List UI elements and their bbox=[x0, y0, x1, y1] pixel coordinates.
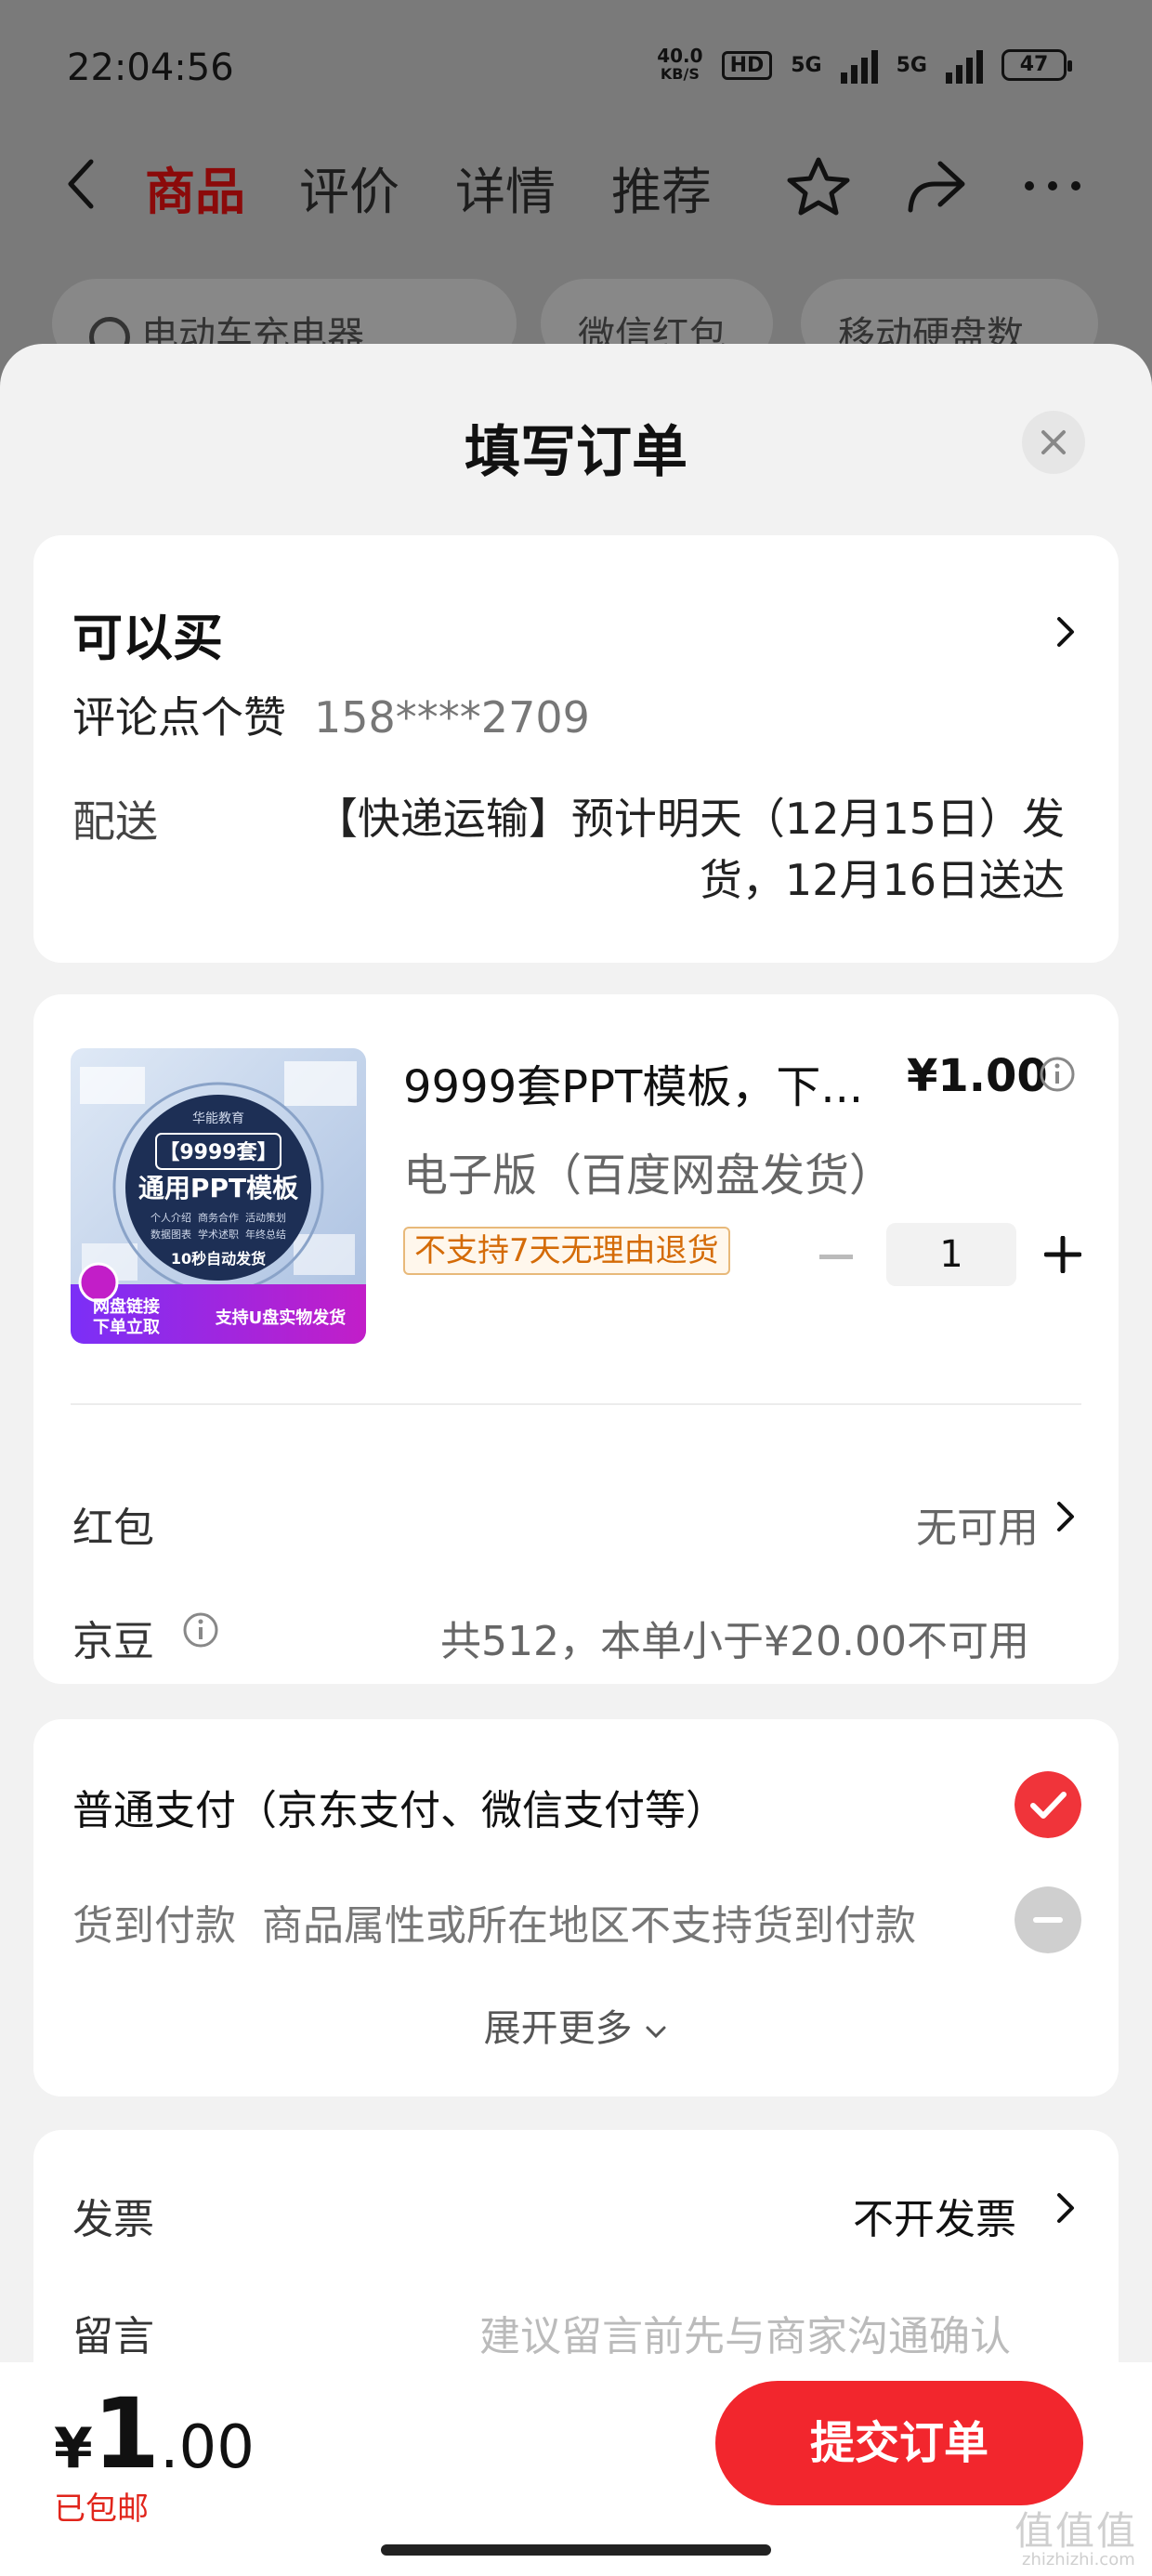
thumb-tag-right: 支持U盘实物发货 bbox=[215, 1308, 347, 1328]
net-speed-unit: KB/S bbox=[660, 65, 700, 83]
thumb-feature-5: 学术述职 bbox=[198, 1228, 239, 1241]
free-shipping-note: 已包邮 bbox=[54, 2491, 149, 2528]
divider bbox=[71, 1403, 1081, 1405]
chevron-right-icon bbox=[1057, 2193, 1074, 2223]
back-arrow-icon[interactable] bbox=[59, 156, 104, 212]
jingdou-label: 京豆 bbox=[72, 1618, 154, 1665]
order-sheet: 填写订单 可以买 评论点个赞 158****2709 配送 【快递运输】预计明天（… bbox=[0, 344, 1152, 2576]
quantity-decrease-button[interactable] bbox=[819, 1255, 853, 1259]
signal-5g-label-1: 5G bbox=[791, 53, 822, 77]
payment-cod-label: 货到付款 bbox=[72, 1902, 236, 1950]
thumb-feature-1: 个人介绍 bbox=[151, 1211, 191, 1224]
expand-more-button[interactable]: 展开更多 bbox=[33, 1998, 1119, 2052]
chevron-right-icon bbox=[1057, 617, 1074, 647]
watermark-url: zhizhizhi.com bbox=[1022, 2550, 1135, 2569]
address-card[interactable]: 可以买 评论点个赞 158****2709 配送 【快递运输】预计明天（12月15… bbox=[33, 535, 1119, 963]
order-total: ¥1.00 bbox=[54, 2377, 255, 2491]
signal-bars-icon-2 bbox=[946, 46, 983, 84]
product-title[interactable]: 9999套PPT模板，下... bbox=[403, 1050, 858, 1115]
net-speed: 40.0 KB/S bbox=[657, 46, 702, 84]
product-thumbnail[interactable]: 华能教育 【9999套】 通用PPT模板 个人介绍 商务合作 活动策划 数据图表… bbox=[71, 1048, 366, 1344]
battery-icon: 47 bbox=[1001, 49, 1072, 81]
currency-symbol: ¥ bbox=[54, 2416, 93, 2481]
status-time: 22:04:56 bbox=[67, 46, 234, 89]
thumb-feature-2: 商务合作 bbox=[198, 1211, 239, 1224]
product-image: 华能教育 【9999套】 通用PPT模板 个人介绍 商务合作 活动策划 数据图表… bbox=[71, 1048, 366, 1344]
close-button[interactable] bbox=[1022, 411, 1085, 474]
payment-selected-check-icon[interactable] bbox=[1015, 1771, 1081, 1838]
invoice-value[interactable]: 不开发票 bbox=[853, 2186, 1016, 2245]
favorite-star-icon[interactable] bbox=[786, 156, 851, 216]
sheet-title: 填写订单 bbox=[465, 420, 687, 485]
remark-input[interactable]: 建议留言前先与商家沟通确认 bbox=[479, 2303, 1011, 2362]
hd-icon: HD bbox=[721, 50, 773, 80]
chevron-right-icon bbox=[1057, 1502, 1074, 1531]
payment-cod-line: 货到付款 商品属性或所在地区不支持货到付款 bbox=[72, 1892, 916, 1952]
jingdou-value: 共512，本单小于¥20.00不可用 bbox=[440, 1618, 1029, 1665]
quantity-input[interactable]: 1 bbox=[886, 1223, 1016, 1286]
product-nav-bar: 商品 评价 详情 推荐 bbox=[0, 139, 1152, 232]
thumb-brand: 华能教育 bbox=[192, 1111, 244, 1126]
thumb-tag-left-2: 下单立取 bbox=[93, 1317, 161, 1337]
recipient-name: 评论点个赞 bbox=[72, 692, 286, 743]
expand-more-label: 展开更多 bbox=[483, 2007, 633, 2050]
thumb-feature-4: 数据图表 bbox=[151, 1228, 191, 1241]
info-icon[interactable] bbox=[1039, 1056, 1076, 1093]
submit-order-button[interactable]: 提交订单 bbox=[715, 2381, 1083, 2505]
payment-disabled-icon bbox=[1015, 1886, 1081, 1953]
thumb-feature-6: 年终总结 bbox=[245, 1228, 286, 1241]
shipping-label: 配送 bbox=[72, 796, 158, 847]
tab-details[interactable]: 详情 bbox=[455, 151, 556, 224]
payment-cod-note: 商品属性或所在地区不支持货到付款 bbox=[262, 1902, 916, 1950]
payment-normal-label[interactable]: 普通支付（京东支付、微信支付等） bbox=[72, 1777, 727, 1836]
recipient-phone: 158****2709 bbox=[314, 692, 590, 743]
tab-product[interactable]: 商品 bbox=[145, 151, 245, 224]
tab-reviews[interactable]: 评价 bbox=[299, 151, 399, 224]
status-bar: 22:04:56 40.0 KB/S HD 5G 5G 47 bbox=[0, 0, 1152, 139]
redpacket-value[interactable]: 无可用 bbox=[916, 1494, 1039, 1554]
shipping-estimate: 【快递运输】预计明天（12月15日）发货，12月16日送达 bbox=[314, 794, 1065, 905]
watermark: 值值值 bbox=[1015, 2508, 1138, 2554]
net-speed-value: 40.0 bbox=[657, 45, 703, 67]
redpacket-label: 红包 bbox=[72, 1505, 154, 1552]
thumb-count: 【9999套】 bbox=[159, 1140, 277, 1164]
remark-label: 留言 bbox=[72, 2313, 154, 2360]
payment-card: 普通支付（京东支付、微信支付等） 货到付款 商品属性或所在地区不支持货到付款 展… bbox=[33, 1719, 1119, 2096]
total-decimal: .00 bbox=[160, 2413, 255, 2482]
thumb-name: 通用PPT模板 bbox=[138, 1173, 298, 1203]
tab-recommend[interactable]: 推荐 bbox=[611, 151, 712, 224]
jingdou-info-icon[interactable] bbox=[182, 1611, 219, 1649]
recipient-line: 评论点个赞 158****2709 bbox=[72, 684, 590, 745]
chevron-down-icon bbox=[646, 2026, 666, 2039]
more-icon[interactable] bbox=[1020, 156, 1085, 216]
signal-bars-icon bbox=[840, 46, 878, 84]
thumb-feature-3: 活动策划 bbox=[245, 1211, 286, 1224]
home-indicator[interactable] bbox=[381, 2544, 771, 2556]
product-price: ¥1.00 bbox=[907, 1050, 1048, 1102]
quantity-increase-button[interactable] bbox=[1044, 1236, 1081, 1273]
total-integer: 1 bbox=[92, 2377, 161, 2491]
thumb-tag-left-1: 网盘链接 bbox=[93, 1296, 160, 1317]
product-variant: 电子版（百度网盘发货） bbox=[403, 1150, 895, 1202]
address-name: 可以买 bbox=[72, 609, 223, 667]
status-icons: 40.0 KB/S HD 5G 5G 47 bbox=[657, 46, 1072, 84]
thumb-auto: 10秒自动发货 bbox=[171, 1250, 266, 1268]
signal-5g-label-2: 5G bbox=[896, 53, 927, 77]
product-card: 华能教育 【9999套】 通用PPT模板 个人介绍 商务合作 活动策划 数据图表… bbox=[33, 994, 1119, 1684]
no-return-badge: 不支持7天无理由退货 bbox=[403, 1227, 730, 1275]
invoice-label: 发票 bbox=[72, 2196, 154, 2243]
close-icon bbox=[1041, 430, 1066, 454]
share-icon[interactable] bbox=[903, 156, 968, 216]
